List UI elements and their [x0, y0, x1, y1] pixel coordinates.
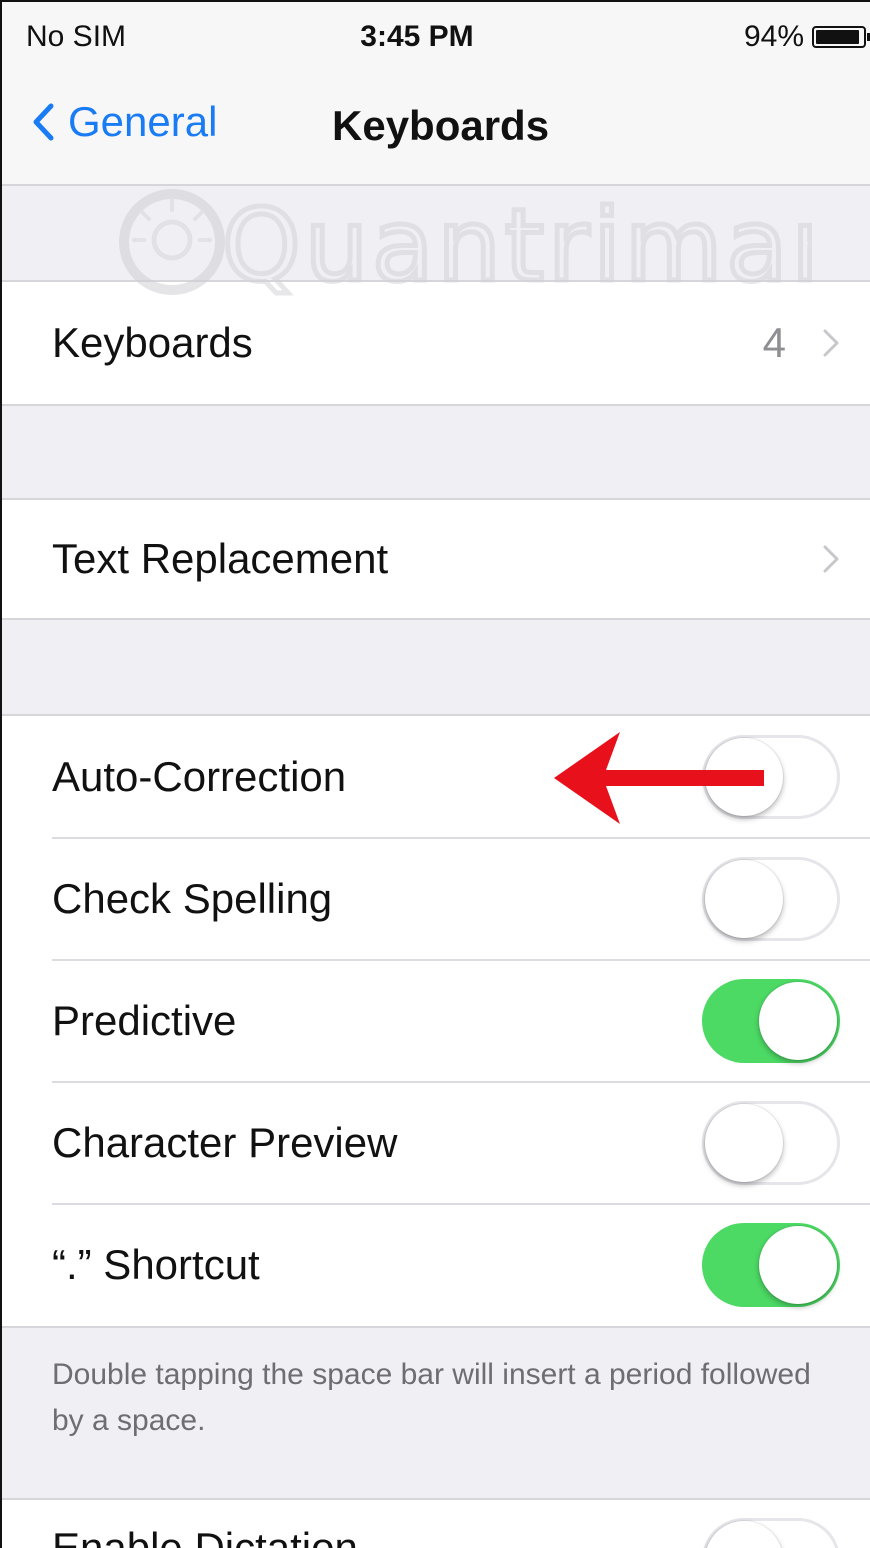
keyboards-label: Keyboards	[52, 319, 253, 366]
period-shortcut-switch[interactable]	[702, 1223, 840, 1307]
keyboards-group: Keyboards 4	[2, 280, 870, 406]
switch-knob	[705, 1521, 783, 1548]
chevron-left-icon	[33, 103, 54, 141]
auto-correction-switch[interactable]	[702, 735, 840, 819]
back-button[interactable]: General	[32, 98, 217, 146]
keyboards-row[interactable]: Keyboards 4	[2, 282, 870, 404]
settings-screen: No SIM 3:45 PM 94% General Keyboards Key…	[0, 0, 870, 1548]
text-replacement-group: Text Replacement	[2, 498, 870, 620]
battery-status: 94%	[743, 20, 870, 54]
text-replacement-row[interactable]: Text Replacement	[2, 500, 870, 618]
check-spelling-switch[interactable]	[702, 857, 840, 941]
chevron-right-icon	[823, 329, 839, 357]
switch-knob	[759, 1226, 837, 1304]
typing-options-group: Auto-Correction Check Spelling Predictiv…	[2, 714, 870, 1328]
period-shortcut-label: “.” Shortcut	[52, 1241, 260, 1288]
battery-percent: 94%	[743, 20, 804, 53]
chevron-right-icon	[823, 545, 839, 573]
dictation-label: Enable Dictation	[52, 1524, 358, 1548]
predictive-label: Predictive	[52, 997, 237, 1044]
back-button-label: General	[68, 98, 218, 145]
switch-knob	[705, 1104, 783, 1182]
status-bar: No SIM 3:45 PM 94%	[2, 2, 870, 78]
check-spelling-label: Check Spelling	[52, 875, 333, 922]
toggle-row-dictation: Enable Dictation	[2, 1500, 870, 1548]
switch-knob	[705, 738, 783, 816]
shortcut-footer-note: Double tapping the space bar will insert…	[52, 1358, 811, 1437]
toggle-row-auto-correction: Auto-Correction	[2, 716, 870, 838]
switch-knob	[759, 982, 837, 1060]
toggle-row-check-spelling: Check Spelling	[2, 837, 870, 960]
clock: 3:45 PM	[360, 20, 474, 53]
toggle-row-character-preview: Character Preview	[2, 1081, 870, 1204]
battery-icon	[812, 26, 870, 48]
switch-knob	[705, 860, 783, 938]
auto-correction-label: Auto-Correction	[52, 753, 347, 800]
character-preview-label: Character Preview	[52, 1119, 398, 1166]
predictive-switch[interactable]	[702, 979, 840, 1063]
navigation-bar: General Keyboards	[2, 78, 870, 184]
character-preview-switch[interactable]	[702, 1101, 840, 1185]
keyboards-count: 4	[762, 319, 786, 366]
toggle-row-predictive: Predictive	[2, 959, 870, 1082]
dictation-switch[interactable]	[702, 1518, 840, 1548]
dictation-group: Enable Dictation	[2, 1498, 870, 1548]
header-area: No SIM 3:45 PM 94% General Keyboards	[2, 2, 870, 186]
toggle-row-period-shortcut: “.” Shortcut	[2, 1203, 870, 1326]
text-replacement-label: Text Replacement	[52, 535, 389, 582]
page-title: Keyboards	[332, 102, 550, 149]
battery-fill	[816, 30, 860, 44]
